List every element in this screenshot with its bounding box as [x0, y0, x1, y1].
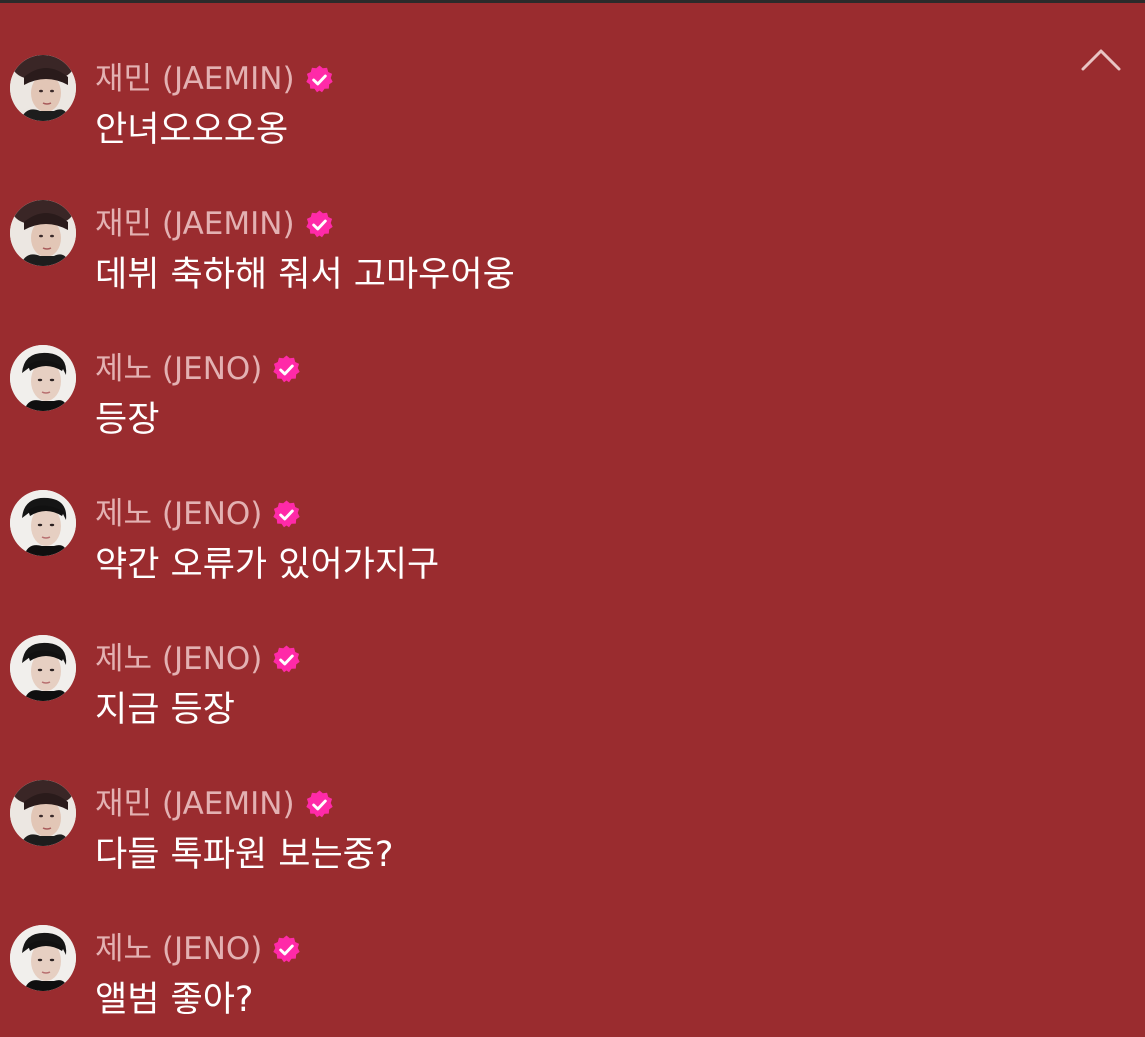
chevron-up-icon: [1081, 49, 1121, 71]
verified-badge-icon: [273, 499, 301, 527]
author-row: 재민 (JAEMIN): [95, 201, 335, 247]
author-row: 재민 (JAEMIN): [95, 56, 335, 102]
jeno-avatar[interactable]: [10, 490, 76, 556]
author-row: 제노 (JENO): [95, 636, 302, 682]
chat-message: 제노 (JENO) 등장: [0, 342, 1060, 487]
verified-badge-icon: [273, 354, 301, 382]
message-list: 재민 (JAEMIN) 안녀오오오옹 재민 (JAEMIN) 데뷔 축하해 줘서…: [0, 52, 1060, 1037]
author-row: 제노 (JENO): [95, 926, 302, 972]
message-text: 데뷔 축하해 줘서 고마우어웅: [95, 255, 515, 295]
jeno-avatar[interactable]: [10, 925, 76, 991]
verified-badge-icon: [305, 64, 333, 92]
author-name[interactable]: 재민 (JAEMIN): [95, 781, 295, 827]
verified-badge-icon: [305, 789, 333, 817]
message-text: 지금 등장: [95, 690, 235, 730]
chat-message: 제노 (JENO) 앨범 좋아?: [0, 922, 1060, 1037]
message-text: 등장: [95, 400, 160, 440]
message-text: 앨범 좋아?: [95, 980, 254, 1020]
jaemin-avatar[interactable]: [10, 780, 76, 846]
jeno-avatar[interactable]: [10, 635, 76, 701]
author-name[interactable]: 재민 (JAEMIN): [95, 56, 295, 102]
jeno-avatar[interactable]: [10, 345, 76, 411]
author-row: 제노 (JENO): [95, 491, 302, 537]
verified-badge-icon: [305, 209, 333, 237]
message-text: 안녀오오오옹: [95, 110, 289, 150]
collapse-button[interactable]: [1076, 41, 1126, 81]
author-name[interactable]: 제노 (JENO): [95, 926, 262, 972]
author-row: 재민 (JAEMIN): [95, 781, 335, 827]
message-text: 약간 오류가 있어가지구: [95, 545, 440, 585]
chat-message: 재민 (JAEMIN) 다들 톡파원 보는중?: [0, 777, 1060, 922]
author-name[interactable]: 제노 (JENO): [95, 636, 262, 682]
verified-badge-icon: [273, 934, 301, 962]
message-text: 다들 톡파원 보는중?: [95, 835, 394, 875]
author-row: 제노 (JENO): [95, 346, 302, 392]
jaemin-avatar[interactable]: [10, 55, 76, 121]
chat-message: 재민 (JAEMIN) 데뷔 축하해 줘서 고마우어웅: [0, 197, 1060, 342]
verified-badge-icon: [273, 644, 301, 672]
chat-message: 제노 (JENO) 약간 오류가 있어가지구: [0, 487, 1060, 632]
jaemin-avatar[interactable]: [10, 200, 76, 266]
author-name[interactable]: 제노 (JENO): [95, 491, 262, 537]
chat-message: 재민 (JAEMIN) 안녀오오오옹: [0, 52, 1060, 197]
chat-message: 제노 (JENO) 지금 등장: [0, 632, 1060, 777]
author-name[interactable]: 제노 (JENO): [95, 346, 262, 392]
author-name[interactable]: 재민 (JAEMIN): [95, 201, 295, 247]
